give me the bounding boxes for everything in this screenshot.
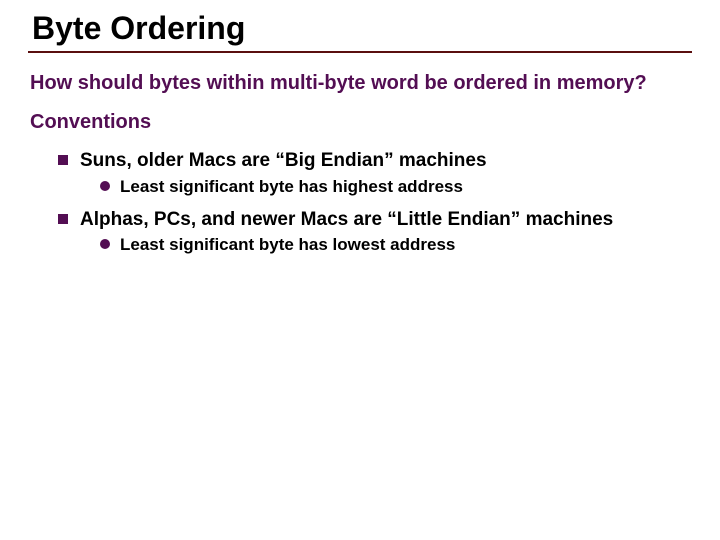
slide: Byte Ordering How should bytes within mu…	[0, 0, 720, 540]
slide-title: Byte Ordering	[28, 10, 692, 47]
list-subitem-text: Least significant byte has lowest addres…	[120, 234, 455, 256]
list-item-text: Suns, older Macs are “Big Endian” machin…	[80, 149, 487, 174]
square-bullet-icon	[58, 214, 68, 224]
list-item: Suns, older Macs are “Big Endian” machin…	[58, 149, 692, 174]
list-subitem: Least significant byte has highest addre…	[100, 176, 692, 198]
circle-bullet-icon	[100, 181, 110, 191]
section-heading: Conventions	[28, 110, 692, 135]
bullet-list: Suns, older Macs are “Big Endian” machin…	[28, 149, 692, 257]
list-item: Alphas, PCs, and newer Macs are “Little …	[58, 208, 692, 233]
list-subitem-text: Least significant byte has highest addre…	[120, 176, 463, 198]
list-subitem: Least significant byte has lowest addres…	[100, 234, 692, 256]
title-underline	[28, 51, 692, 53]
square-bullet-icon	[58, 155, 68, 165]
question-text: How should bytes within multi-byte word …	[30, 72, 647, 94]
circle-bullet-icon	[100, 239, 110, 249]
question-heading: How should bytes within multi-byte word …	[28, 71, 692, 96]
list-item-text: Alphas, PCs, and newer Macs are “Little …	[80, 208, 613, 233]
